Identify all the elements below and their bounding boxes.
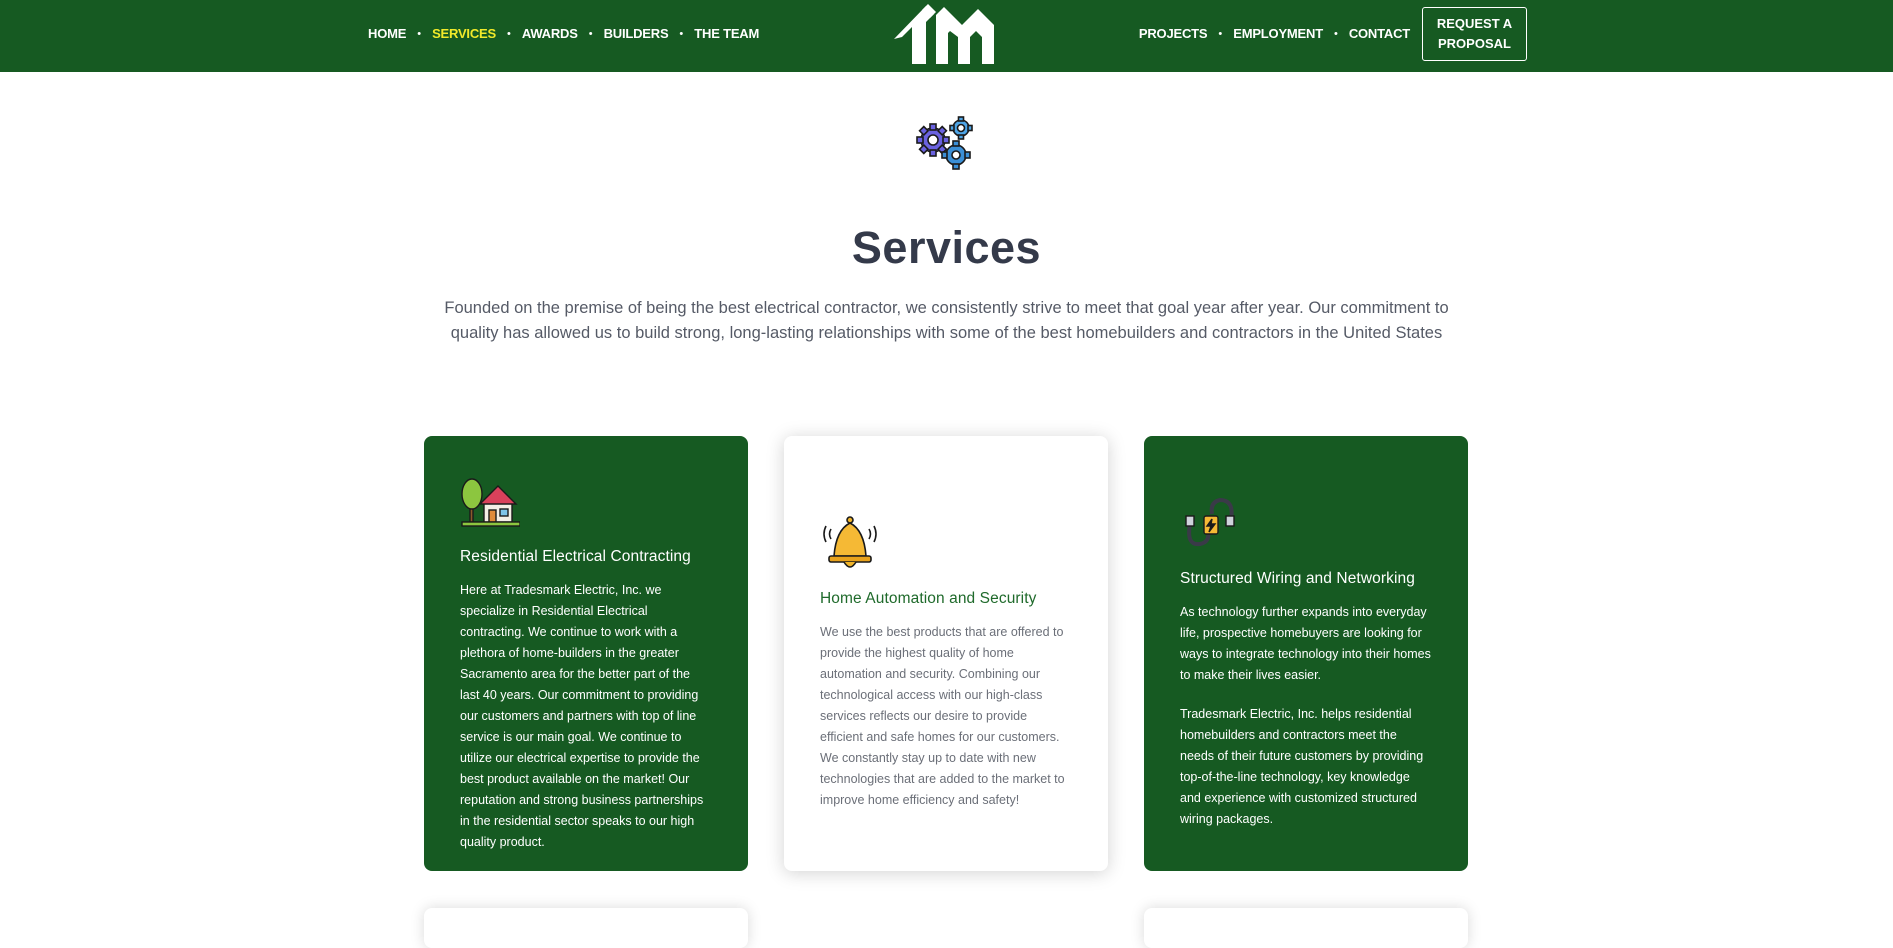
nav-separator: •: [679, 27, 684, 40]
card-text: Tradesmark Electric, Inc. helps resident…: [1180, 707, 1424, 826]
bell-icon: [823, 516, 877, 568]
request-proposal-button[interactable]: REQUEST A PROPOSAL: [1422, 7, 1527, 61]
page-title: Services: [851, 222, 1042, 273]
card-title: Residential Electrical Contracting: [460, 548, 691, 565]
gears-icon: [916, 116, 973, 170]
nav-services[interactable]: SERVICES: [432, 26, 496, 41]
nav-separator: •: [417, 27, 422, 40]
nav-separator: •: [1333, 27, 1338, 40]
card-text: Here at Tradesmark Electric, Inc. we spe…: [460, 583, 704, 849]
nav-projects[interactable]: PROJECTS: [1139, 26, 1208, 41]
cable-plug-icon: [1185, 497, 1235, 547]
primary-nav-left: HOME • SERVICES • AWARDS • BUILDERS • TH…: [368, 0, 759, 67]
card-text: We use the best products that are offere…: [820, 625, 1065, 807]
service-card-residential[interactable]: Residential Electrical Contracting Here …: [424, 436, 748, 871]
nav-the-team[interactable]: THE TEAM: [694, 26, 759, 41]
service-card-wiring[interactable]: Structured Wiring and Networking As tech…: [1144, 436, 1468, 871]
nav-separator: •: [1218, 27, 1223, 40]
service-card-automation[interactable]: Home Automation and Security We use the …: [784, 436, 1108, 871]
intro-paragraph: Founded on the premise of being the best…: [444, 299, 1449, 342]
nav-contact[interactable]: CONTACT: [1349, 26, 1410, 41]
nav-builders[interactable]: BUILDERS: [604, 26, 669, 41]
house-tree-icon: [461, 478, 520, 527]
nav-home[interactable]: HOME: [368, 26, 406, 41]
tm-logo-icon[interactable]: [892, 3, 996, 67]
nav-separator: •: [506, 27, 511, 40]
service-card-partial: [1144, 908, 1468, 948]
cta-label-line2: PROPOSAL: [1438, 36, 1511, 51]
nav-employment[interactable]: EMPLOYMENT: [1233, 26, 1323, 41]
card-title: Structured Wiring and Networking: [1180, 570, 1415, 587]
nav-separator: •: [588, 27, 593, 40]
nav-awards[interactable]: AWARDS: [522, 26, 578, 41]
card-title: Home Automation and Security: [820, 590, 1037, 607]
service-card-partial: [424, 908, 748, 948]
card-text: As technology further expands into every…: [1180, 605, 1431, 682]
site-header: HOME • SERVICES • AWARDS • BUILDERS • TH…: [0, 0, 1893, 72]
cta-label-line1: REQUEST A: [1436, 16, 1513, 31]
primary-nav-right: PROJECTS • EMPLOYMENT • CONTACT: [1139, 0, 1410, 67]
